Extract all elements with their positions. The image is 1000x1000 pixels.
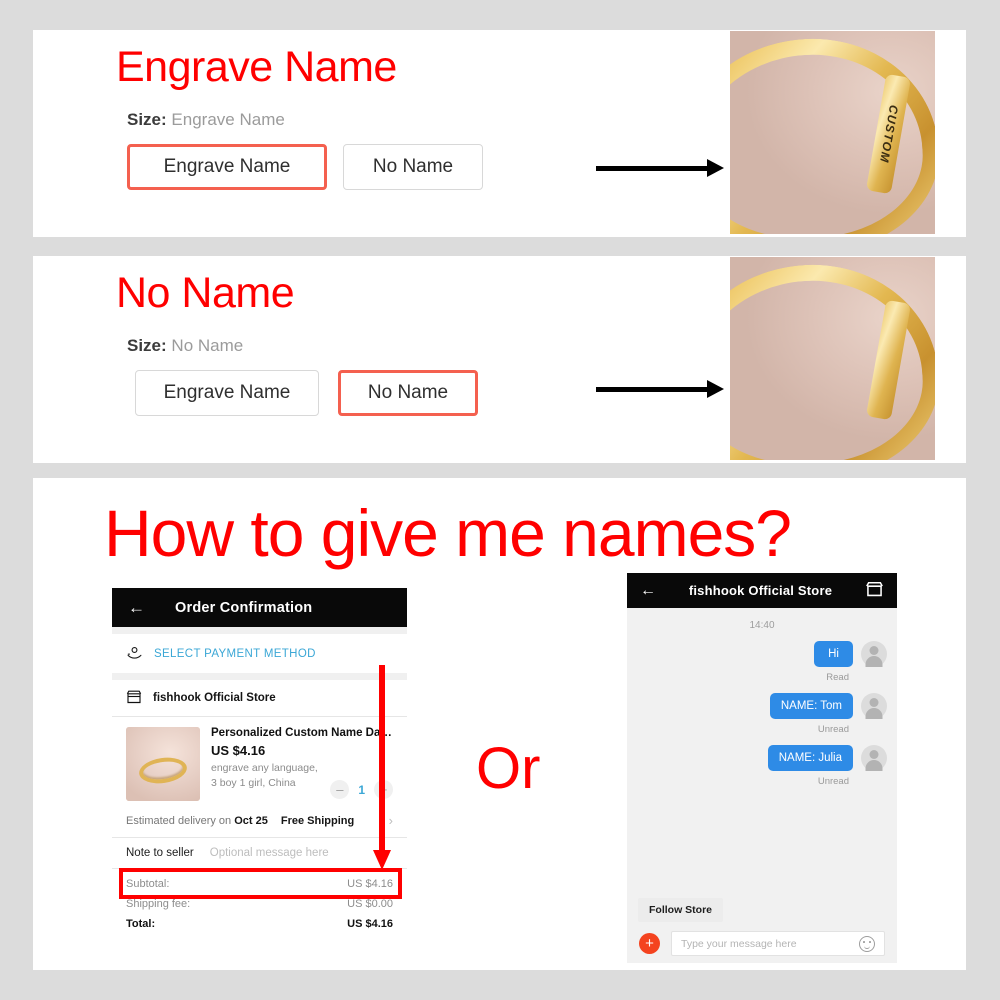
red-annotation-arrow (373, 665, 391, 870)
chat-timestamp: 14:40 (749, 620, 775, 631)
chat-input-bar: + Type your message here (627, 922, 897, 956)
option-panel-no-name: No Name Size: No Name Engrave Name No Na… (33, 256, 966, 463)
product-info: Personalized Custom Name Date ... US $4.… (211, 727, 393, 801)
arrow-left-icon[interactable]: ← (128, 599, 145, 616)
shipping-free-label: Free Shipping (280, 814, 355, 827)
order-product-row[interactable]: Personalized Custom Name Date ... US $4.… (112, 717, 407, 805)
chat-message: NAME: Tom Unread (627, 693, 897, 735)
avatar (861, 641, 887, 667)
product-thumbnail (126, 727, 200, 801)
message-column: NAME: Tom Unread (769, 693, 853, 735)
select-payment-method-label: SELECT PAYMENT METHOD (154, 647, 316, 660)
message-column: NAME: Julia Unread (767, 745, 853, 787)
size-value-1: Engrave Name (171, 110, 285, 129)
size-label-2: Size: (127, 336, 167, 355)
chat-message-input[interactable]: Type your message here (671, 931, 885, 956)
arrow-shaft (379, 665, 385, 851)
message-bubble: NAME: Tom (769, 693, 853, 719)
arrow-head (707, 380, 724, 398)
message-bubble: Hi (814, 641, 853, 667)
quantity-minus-button[interactable]: – (330, 780, 350, 799)
select-payment-method-row[interactable]: SELECT PAYMENT METHOD (112, 634, 407, 673)
total-row-shipping-fee: Shipping fee: US $0.00 (126, 898, 393, 910)
option-button-label: No Name (367, 382, 449, 403)
plus-icon[interactable]: + (639, 933, 660, 954)
total-label: Total: (126, 918, 156, 930)
option-button-label: Engrave Name (163, 382, 291, 403)
store-icon[interactable] (865, 580, 884, 602)
chat-input-placeholder: Type your message here (681, 937, 797, 950)
chat-message: Hi Read (627, 641, 897, 683)
panel-heading-no-name: No Name (116, 269, 295, 317)
note-to-seller-label: Note to seller (126, 847, 194, 859)
ring-photo-plain (730, 257, 935, 460)
store-icon (126, 689, 142, 707)
message-status: Unread (817, 776, 849, 787)
order-store-row[interactable]: fishhook Official Store (112, 680, 407, 716)
total-value: US $0.00 (347, 898, 393, 910)
order-topbar: ← Order Confirmation (112, 588, 407, 627)
chat-title: fishhook Official Store (688, 583, 833, 598)
order-confirmation-screenshot: ← Order Confirmation SELECT PAYMENT METH… (112, 588, 407, 970)
infographic-stage: Engrave Name Size: Engrave Name Engrave … (0, 0, 1000, 1000)
arrow-head (373, 850, 391, 870)
size-line-2: Size: No Name (127, 336, 243, 356)
shipping-prefix: Estimated delivery on (126, 814, 232, 827)
option-button-engrave-name[interactable]: Engrave Name (135, 370, 319, 416)
product-title: Personalized Custom Name Date ... (211, 727, 393, 739)
product-price: US $4.16 (211, 743, 266, 758)
chat-message-list: 14:40 Hi Read NAME: Tom Unread NAME: Jul… (627, 608, 897, 889)
total-label: Shipping fee: (126, 898, 191, 910)
chat-message: NAME: Julia Unread (627, 745, 897, 787)
message-column: Hi Read (814, 641, 853, 683)
size-value-2: No Name (171, 336, 244, 355)
option-button-label: Engrave Name (163, 156, 291, 177)
total-row-total: Total: US $4.16 (126, 918, 393, 930)
panel-heading-engrave-name: Engrave Name (116, 43, 397, 91)
ring-photo-engraved: CUSTOM (730, 31, 935, 234)
arrow-shaft (596, 166, 709, 171)
separator (112, 627, 407, 634)
howto-heading: How to give me names? (104, 496, 792, 570)
option-button-label: No Name (372, 156, 454, 177)
chat-screenshot: ← fishhook Official Store 14:40 Hi Read (627, 573, 897, 963)
black-arrow-2 (596, 380, 724, 398)
arrow-left-icon[interactable]: ← (640, 582, 656, 599)
follow-store-button[interactable]: Follow Store (638, 898, 723, 922)
option-button-no-name[interactable]: No Name (343, 144, 483, 190)
option-panel-engrave-name: Engrave Name Size: Engrave Name Engrave … (33, 30, 966, 237)
message-status: Unread (817, 724, 849, 735)
total-row-subtotal: Subtotal: US $4.16 (126, 878, 393, 890)
order-title: Order Confirmation (175, 599, 313, 616)
avatar (861, 745, 887, 771)
payment-icon (126, 644, 143, 664)
option-button-engrave-name-selected[interactable]: Engrave Name (127, 144, 327, 190)
note-to-seller-input[interactable]: Optional message here (210, 847, 329, 859)
avatar (861, 693, 887, 719)
shipping-date: Oct 25 (234, 814, 268, 827)
message-status: Read (826, 672, 849, 683)
order-totals: Subtotal: US $4.16 Shipping fee: US $0.0… (112, 869, 407, 930)
chat-topbar: ← fishhook Official Store (627, 573, 897, 608)
product-attr-line-1: engrave any language, (211, 762, 318, 774)
arrow-head (707, 159, 724, 177)
size-line-1: Size: Engrave Name (127, 110, 285, 130)
total-value: US $4.16 (347, 878, 393, 890)
follow-store-bar: Follow Store (627, 889, 897, 922)
quantity-value: 1 (358, 782, 365, 797)
separator (112, 673, 407, 680)
note-to-seller-row[interactable]: Note to seller Optional message here (112, 838, 407, 868)
order-store-name: fishhook Official Store (153, 692, 276, 704)
or-divider-text: Or (476, 736, 541, 801)
smiley-icon[interactable] (859, 935, 875, 952)
size-label-1: Size: (127, 110, 167, 129)
black-arrow-1 (596, 159, 724, 177)
total-label: Subtotal: (126, 878, 170, 890)
total-value: US $4.16 (347, 918, 393, 930)
engraving-text: CUSTOM (876, 103, 901, 165)
arrow-shaft (596, 387, 709, 392)
shipping-row[interactable]: Estimated delivery on Oct 25 Free Shippi… (112, 805, 407, 837)
message-bubble: NAME: Julia (767, 745, 853, 771)
option-button-no-name-selected[interactable]: No Name (338, 370, 478, 416)
